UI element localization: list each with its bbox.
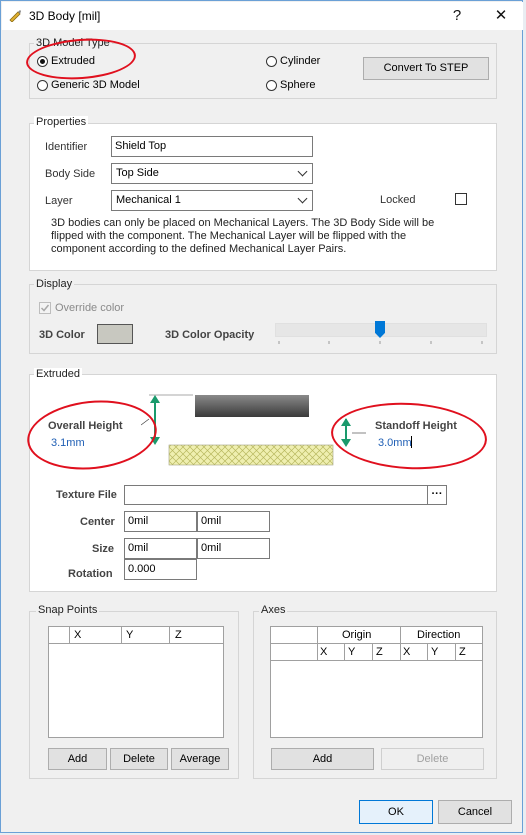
snap-delete-button[interactable]: Delete <box>110 748 168 770</box>
cancel-button[interactable]: Cancel <box>438 800 512 824</box>
axes-col-origin-y[interactable]: Y <box>348 646 355 658</box>
radio-generic-label: Generic 3D Model <box>51 79 140 91</box>
center-y-value: 0mil <box>201 515 222 527</box>
size-y-input[interactable]: 0mil <box>197 538 270 559</box>
body-block <box>195 395 309 417</box>
snap-col-x[interactable]: X <box>74 629 81 641</box>
snap-points-label: Snap Points <box>36 604 100 616</box>
color-swatch[interactable] <box>97 324 133 344</box>
identifier-label: Identifier <box>45 141 88 153</box>
identifier-value: Shield Top <box>115 140 167 152</box>
identifier-input[interactable]: Shield Top <box>111 136 313 157</box>
axes-col-dir-x[interactable]: X <box>403 646 410 658</box>
size-y-value: 0mil <box>201 542 222 554</box>
texture-file-label: Texture File <box>56 489 117 501</box>
axes-col-origin-x[interactable]: X <box>320 646 327 658</box>
axes-col-origin-z[interactable]: Z <box>376 646 383 658</box>
axes-label: Axes <box>259 604 288 616</box>
radio-sphere-circle[interactable] <box>266 80 277 91</box>
board-block <box>168 444 334 466</box>
axes-delete-button[interactable]: Delete <box>381 748 484 770</box>
radio-sphere-label: Sphere <box>280 79 316 91</box>
convert-to-step-button[interactable]: Convert To STEP <box>363 57 489 80</box>
radio-cylinder-circle[interactable] <box>266 56 277 67</box>
rotation-value: 0.000 <box>128 563 156 575</box>
extrusion-diagram <box>141 394 334 466</box>
axes-table-group-header: Origin Direction <box>271 627 482 661</box>
display-label: Display <box>34 278 75 290</box>
chevron-down-icon <box>297 166 308 177</box>
rotation-label: Rotation <box>68 568 113 580</box>
texture-file-input[interactable] <box>124 485 428 505</box>
size-label: Size <box>92 543 115 555</box>
body-side-select[interactable]: Top Side <box>111 163 313 184</box>
opacity-slider[interactable] <box>275 321 487 344</box>
layer-label: Layer <box>45 195 73 207</box>
slider-ticks <box>278 341 483 344</box>
radio-generic-circle[interactable] <box>37 80 48 91</box>
axes-direction-header[interactable]: Direction <box>417 629 460 641</box>
axes-add-button[interactable]: Add <box>271 748 374 770</box>
dialog-title: 3D Body [mil] <box>29 9 101 23</box>
axes-table[interactable]: Origin Direction X Y Z X Y Z <box>270 626 483 738</box>
layer-select[interactable]: Mechanical 1 <box>111 190 313 211</box>
browse-button[interactable]: ··· <box>427 485 447 505</box>
extruded-label: Extruded <box>34 368 83 380</box>
size-x-value: 0mil <box>128 542 149 554</box>
opacity-label: 3D Color Opacity <box>165 329 255 341</box>
close-button[interactable]: ✕ <box>479 2 523 30</box>
snap-table-header: X Y Z <box>49 627 223 644</box>
radio-generic[interactable]: Generic 3D Model <box>35 79 155 93</box>
body-side-value: Top Side <box>116 167 159 179</box>
center-label: Center <box>80 516 115 528</box>
chevron-down-icon <box>297 193 308 204</box>
layer-value: Mechanical 1 <box>116 194 181 206</box>
size-x-input[interactable]: 0mil <box>124 538 197 559</box>
app-icon <box>8 8 22 23</box>
locked-label: Locked <box>380 194 416 206</box>
properties-label: Properties <box>34 116 89 128</box>
radio-cylinder[interactable]: Cylinder <box>264 55 344 69</box>
help-button[interactable]: ? <box>435 2 479 30</box>
axes-origin-header[interactable]: Origin <box>342 629 371 641</box>
snap-col-z[interactable]: Z <box>175 629 182 641</box>
properties-note: 3D bodies can only be placed on Mechanic… <box>51 217 435 255</box>
snap-add-button[interactable]: Add <box>48 748 107 770</box>
override-color-label: Override color <box>55 302 125 314</box>
color-label: 3D Color <box>39 329 85 341</box>
dialog-window: 3D Body [mil] ? ✕ 3D Model Type Extruded… <box>0 0 523 833</box>
axes-col-dir-z[interactable]: Z <box>459 646 466 658</box>
radio-cylinder-label: Cylinder <box>280 55 321 67</box>
radio-sphere[interactable]: Sphere <box>264 79 344 93</box>
axes-table-header: X Y Z X Y Z <box>271 644 482 661</box>
override-color-checkbox[interactable] <box>39 302 51 314</box>
snap-average-button[interactable]: Average <box>171 748 229 770</box>
center-x-value: 0mil <box>128 515 149 527</box>
locked-checkbox[interactable] <box>455 193 467 205</box>
rotation-input[interactable]: 0.000 <box>124 559 197 580</box>
body-side-label: Body Side <box>45 168 96 180</box>
axes-col-dir-y[interactable]: Y <box>431 646 438 658</box>
title-bar: 3D Body [mil] ? ✕ <box>2 2 523 30</box>
snap-col-y[interactable]: Y <box>126 629 133 641</box>
center-y-input[interactable]: 0mil <box>197 511 270 532</box>
snap-points-table[interactable]: X Y Z <box>48 626 224 738</box>
center-x-input[interactable]: 0mil <box>124 511 197 532</box>
ok-button[interactable]: OK <box>359 800 433 824</box>
